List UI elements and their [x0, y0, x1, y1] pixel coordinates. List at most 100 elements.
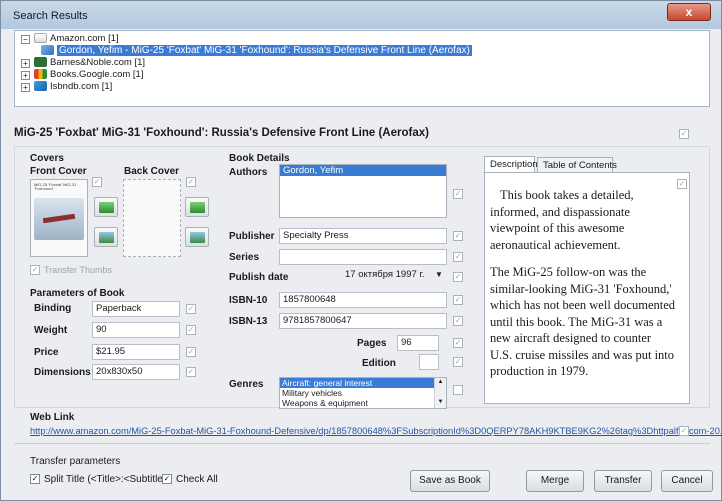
- weight-label: Weight: [34, 325, 68, 336]
- expand-icon[interactable]: +: [21, 71, 30, 80]
- genres-label: Genres: [229, 379, 264, 390]
- isbn10-field[interactable]: 1857800648: [279, 292, 447, 308]
- load-back-cover-button[interactable]: [185, 197, 209, 217]
- weight-field[interactable]: 90: [92, 322, 180, 338]
- pages-label: Pages: [357, 338, 387, 349]
- description-box[interactable]: This book takes a detailed, informed, an…: [484, 172, 690, 404]
- price-checkbox[interactable]: ✓: [186, 347, 196, 357]
- description-checkbox[interactable]: ✓: [677, 179, 687, 189]
- publisher-checkbox[interactable]: ✓: [453, 231, 463, 241]
- web-link-checkbox[interactable]: ✓: [679, 426, 689, 436]
- title-checkbox[interactable]: ✓: [679, 129, 689, 139]
- window-title: Search Results: [13, 10, 88, 22]
- isbn13-field[interactable]: 9781857800647: [279, 313, 447, 329]
- expand-icon[interactable]: +: [21, 59, 30, 68]
- tree-item-label: Isbndb.com [1]: [50, 81, 113, 92]
- authors-list[interactable]: Gordon, Yefim: [279, 164, 447, 218]
- binding-checkbox[interactable]: ✓: [186, 304, 196, 314]
- series-label: Series: [229, 252, 260, 263]
- collapse-icon[interactable]: −: [21, 35, 30, 44]
- split-title-label: Split Title (<Title>:<Subtitle>): [44, 474, 173, 485]
- publisher-field[interactable]: Specialty Press: [279, 228, 447, 244]
- check-all-label: Check All: [176, 474, 218, 485]
- load-front-cover-button[interactable]: [94, 197, 118, 217]
- save-as-book-button[interactable]: Save as Book: [410, 470, 490, 492]
- merge-button[interactable]: Merge: [526, 470, 584, 492]
- web-link-url[interactable]: http://www.amazon.com/MiG-25-Foxbat-MiG-…: [30, 426, 722, 436]
- transfer-thumbs-label: Transfer Thumbs: [44, 265, 113, 275]
- publish-date-picker[interactable]: 17 октября 1997 г. ▼: [279, 267, 447, 283]
- check-all-checkbox[interactable]: ✓: [162, 474, 172, 484]
- image-icon: [190, 232, 205, 243]
- scroll-down-icon[interactable]: ▼: [435, 398, 446, 406]
- book-icon: [41, 45, 54, 56]
- scroll-up-icon[interactable]: ▲: [435, 378, 446, 386]
- authors-checkbox[interactable]: ✓: [453, 189, 463, 199]
- expand-icon[interactable]: +: [21, 83, 30, 92]
- description-paragraph: This book takes a detailed, informed, an…: [490, 188, 634, 252]
- save-front-cover-button[interactable]: [94, 227, 118, 247]
- tab-description[interactable]: Description: [484, 156, 538, 173]
- close-button[interactable]: x: [667, 3, 711, 21]
- dropdown-arrow-icon[interactable]: ▼: [435, 267, 443, 283]
- image-down-icon: [99, 202, 114, 213]
- tree-item-label: Amazon.com [1]: [50, 33, 119, 44]
- save-back-cover-button[interactable]: [185, 227, 209, 247]
- back-cover-checkbox[interactable]: ✓: [186, 177, 196, 187]
- isbn13-checkbox[interactable]: ✓: [453, 316, 463, 326]
- publish-date-checkbox[interactable]: ✓: [453, 272, 463, 282]
- price-field[interactable]: $21.95: [92, 344, 180, 360]
- isbn13-label: ISBN-13: [229, 316, 268, 327]
- author-item[interactable]: Gordon, Yefim: [280, 165, 446, 176]
- front-cover-checkbox[interactable]: ✓: [92, 177, 102, 187]
- genre-item[interactable]: Weapons & equipment: [280, 398, 446, 408]
- series-checkbox[interactable]: ✓: [453, 252, 463, 262]
- tree-item-book-result[interactable]: Gordon, Yefim - MiG-25 'Foxbat' MiG-31 '…: [41, 45, 472, 57]
- tree-item-label: Books.Google.com [1]: [50, 69, 144, 80]
- genres-list[interactable]: Aircraft: general interest Military vehi…: [279, 377, 447, 409]
- dimensions-checkbox[interactable]: ✓: [186, 367, 196, 377]
- folder-icon: [34, 33, 47, 44]
- title-bar: Search Results x: [1, 1, 721, 29]
- weight-checkbox[interactable]: ✓: [186, 325, 196, 335]
- back-cover-label: Back Cover: [124, 166, 180, 177]
- transfer-thumbs-checkbox[interactable]: ✓: [30, 265, 40, 275]
- parameters-heading: Parameters of Book: [30, 288, 125, 299]
- edition-field[interactable]: [419, 354, 439, 370]
- binding-field[interactable]: Paperback: [92, 301, 180, 317]
- dimensions-field[interactable]: 20x830x50: [92, 364, 180, 380]
- pages-checkbox[interactable]: ✓: [453, 338, 463, 348]
- image-down-icon: [190, 202, 205, 213]
- genres-checkbox[interactable]: [453, 385, 463, 395]
- results-tree[interactable]: − Amazon.com [1] Gordon, Yefim - MiG-25 …: [14, 30, 710, 107]
- aircraft-shape: [42, 213, 76, 224]
- web-link-heading: Web Link: [30, 412, 75, 423]
- image-icon: [99, 232, 114, 243]
- description-paragraph: The MiG-25 follow-on was the similar-loo…: [490, 265, 676, 378]
- book-details-heading: Book Details: [229, 153, 290, 164]
- split-title-checkbox[interactable]: ✓: [30, 474, 40, 484]
- tab-table-of-contents[interactable]: Table of Contents: [537, 157, 617, 173]
- edition-label: Edition: [362, 358, 396, 369]
- series-field[interactable]: [279, 249, 447, 265]
- book-title: MiG-25 'Foxbat' MiG-31 'Foxhound': Russi…: [14, 127, 429, 139]
- edition-checkbox[interactable]: ✓: [453, 357, 463, 367]
- pages-field[interactable]: 96: [397, 335, 439, 351]
- transfer-parameters-heading: Transfer parameters: [30, 456, 121, 467]
- genre-item[interactable]: Military vehicles: [280, 388, 446, 398]
- publish-date-value: 17 октября 1997 г.: [345, 269, 425, 280]
- genres-scrollbar[interactable]: ▲ ▼: [434, 378, 446, 408]
- binding-label: Binding: [34, 303, 72, 314]
- covers-heading: Covers: [30, 153, 64, 164]
- front-cover-image: MiG-25 'Foxbat' MiG-31 'Foxhound': [30, 179, 88, 257]
- cancel-button[interactable]: Cancel: [661, 470, 713, 492]
- transfer-button[interactable]: Transfer: [594, 470, 652, 492]
- price-label: Price: [34, 347, 59, 358]
- isbn10-checkbox[interactable]: ✓: [453, 295, 463, 305]
- google-books-icon: [34, 69, 47, 80]
- aircraft-photo: [34, 198, 84, 240]
- search-results-window: Search Results x − Amazon.com [1] Gordon…: [0, 0, 722, 501]
- genre-item[interactable]: Aircraft: general interest: [280, 378, 446, 388]
- publisher-label: Publisher: [229, 231, 275, 242]
- isbndb-icon: [34, 81, 47, 92]
